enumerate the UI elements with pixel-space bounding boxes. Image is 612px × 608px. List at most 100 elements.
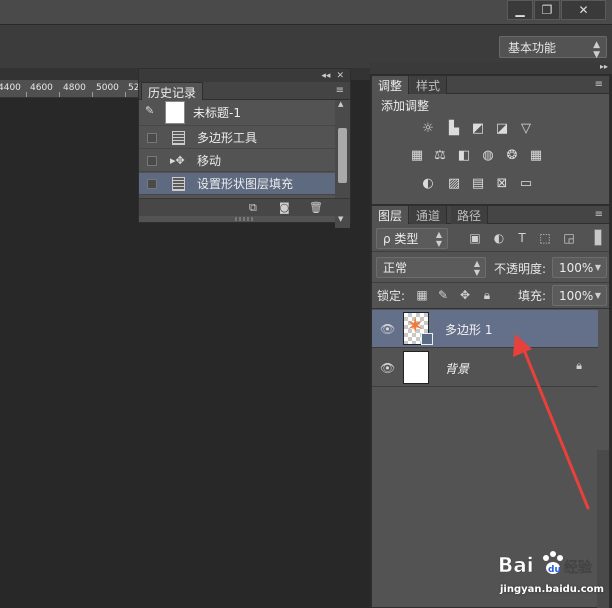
document-icon <box>172 176 185 191</box>
lock-position-icon[interactable]: ✥ <box>458 288 472 302</box>
fill-input[interactable]: 100% ▼ <box>552 285 607 306</box>
lock-label: 锁定: <box>377 289 406 303</box>
lock-all-icon[interactable]: 🔒︎ <box>480 288 494 302</box>
vibrance-icon[interactable]: ▽ <box>518 122 534 136</box>
workspace-label: 基本功能 <box>508 40 557 55</box>
history-footer: ⧉ ◙ 🗑 <box>139 198 350 216</box>
chevron-down-icon[interactable]: ▼ <box>595 291 601 300</box>
collapse-icon[interactable]: ◂◂ <box>321 71 330 81</box>
history-item[interactable]: ▸✥ 移动 <box>139 150 335 172</box>
posterize-icon[interactable]: ▨ <box>446 177 462 191</box>
new-document-from-state-icon[interactable]: ⧉ <box>249 201 257 215</box>
history-item-label: 多边形工具 <box>197 131 258 145</box>
tab-history[interactable]: 历史记录 <box>141 82 204 100</box>
title-bar: ▁ ❐ ✕ <box>0 0 612 24</box>
history-source-checkbox[interactable] <box>147 178 157 189</box>
snapshot-thumbnail <box>165 101 185 124</box>
pixel-filter-icon[interactable]: ▣ <box>468 231 482 245</box>
panel-menu-icon[interactable]: ≡ <box>595 79 603 90</box>
scroll-down-icon[interactable]: ▼ <box>338 215 343 223</box>
channel-mixer-icon[interactable]: ❂ <box>504 149 520 163</box>
layer-thumbnail <box>403 351 429 384</box>
opacity-value: 100% <box>559 260 594 275</box>
tab-channels[interactable]: 通道 <box>410 206 448 224</box>
resize-grip-icon[interactable] <box>235 217 255 221</box>
hue-saturation-icon[interactable]: ▦ <box>409 149 425 163</box>
filter-toggle-switch[interactable] <box>594 229 602 246</box>
scroll-thumb[interactable] <box>338 128 347 183</box>
lock-transparent-pixels-icon[interactable]: ▦ <box>415 288 429 302</box>
workspace-switcher[interactable]: 基本功能 ▲ ▼ <box>499 36 607 60</box>
layer-row-polygon[interactable]: 👁︎ ✶ 多边形 1 <box>372 310 598 348</box>
color-balance-icon[interactable]: ⚖ <box>432 149 448 163</box>
gradient-map-icon[interactable]: ▭ <box>518 177 534 191</box>
camera-snapshot-icon[interactable]: ◙ <box>279 201 290 214</box>
close-button[interactable]: ✕ <box>561 0 606 20</box>
visibility-eye-icon[interactable]: 👁︎ <box>380 322 395 336</box>
smart-object-filter-icon[interactable]: ◲ <box>562 231 576 245</box>
shape-filter-icon[interactable]: ⬚ <box>538 231 552 245</box>
adjustment-filter-icon[interactable]: ◐ <box>492 231 506 245</box>
layers-tab-row: 图层 通道 路径 ≡ <box>372 206 609 224</box>
panel-header: ◂◂ ✕ <box>139 69 350 82</box>
lock-icon: 🔒︎ <box>576 359 582 372</box>
history-source-checkbox[interactable] <box>147 132 157 143</box>
trash-icon[interactable]: 🗑 <box>309 201 323 214</box>
panel-menu-icon[interactable]: ≡ <box>595 209 603 220</box>
lock-image-pixels-icon[interactable]: ✎ <box>436 288 450 302</box>
exposure-icon[interactable]: ◪ <box>494 122 510 136</box>
visibility-eye-icon[interactable]: 👁︎ <box>380 361 395 375</box>
history-source-checkbox[interactable] <box>147 155 157 166</box>
opacity-input[interactable]: 100% ▼ <box>552 257 607 278</box>
scroll-up-icon[interactable]: ▲ <box>338 100 343 108</box>
type-filter-icon[interactable]: T <box>515 231 529 245</box>
dock-header: ▸▸ <box>370 62 612 74</box>
opacity-label: 不透明度: <box>494 262 547 276</box>
restore-button[interactable]: ❐ <box>534 0 560 20</box>
history-panel: ◂◂ ✕ 历史记录 ≡ ✎ 未标题-1 多边形工具 ▸✥ 移动 设置形状图层填充… <box>138 68 351 228</box>
right-panel-dock: ▸▸ 调整 样式 ≡ 添加调整 ☼ ▙ ◩ ◪ ▽ ▦ ⚖ ◧ ◍ ❂ ▦ ◐ … <box>370 62 612 608</box>
blend-mode-select[interactable]: 正常 ▲ ▼ <box>376 257 486 278</box>
tab-adjustments[interactable]: 调整 <box>372 76 410 94</box>
history-item-selected[interactable]: 设置形状图层填充 <box>139 173 335 195</box>
ruler-label: 4400 <box>0 83 21 93</box>
history-snapshot[interactable]: ✎ 未标题-1 <box>139 100 335 126</box>
history-item-label: 移动 <box>197 154 222 168</box>
baidu-watermark-logo: Bai du 经验 jingyan.baidu.com <box>498 548 604 598</box>
move-tool-icon: ▸✥ <box>170 154 185 167</box>
layer-row-background[interactable]: 👁︎ 背景 🔒︎ <box>372 349 598 387</box>
expand-icon[interactable]: ▸▸ <box>600 62 608 71</box>
layer-name: 背景 <box>445 362 470 376</box>
svg-text:Bai: Bai <box>498 553 534 577</box>
layer-thumbnail: ✶ <box>403 312 433 345</box>
updown-arrow-icon: ▲ ▼ <box>593 40 600 60</box>
chevron-down-icon[interactable]: ▼ <box>595 263 601 272</box>
history-scrollbar[interactable]: ▲ ▼ <box>335 100 350 258</box>
tab-paths[interactable]: 路径 <box>451 206 489 224</box>
black-white-icon[interactable]: ◧ <box>456 149 472 163</box>
tab-styles[interactable]: 样式 <box>410 76 448 94</box>
minimize-button[interactable]: ▁ <box>507 0 533 20</box>
horizontal-ruler: 4400 4600 4800 5000 52 <box>0 80 140 98</box>
ruler-label: 4600 <box>30 83 53 93</box>
color-lookup-icon[interactable]: ▦ <box>528 149 544 163</box>
layer-filter-select[interactable]: ρ 类型 ▲ ▼ <box>376 228 448 249</box>
levels-icon[interactable]: ▙ <box>446 122 462 136</box>
svg-text:du: du <box>548 565 561 575</box>
adjustments-tab-row: 调整 样式 ≡ <box>372 76 609 94</box>
panel-menu-icon[interactable]: ≡ <box>336 85 344 96</box>
updown-arrow-icon: ▲ ▼ <box>435 229 442 248</box>
threshold-icon[interactable]: ▤ <box>470 177 486 191</box>
selective-color-icon[interactable]: ⊠ <box>494 177 510 191</box>
brightness-icon[interactable]: ☼ <box>420 122 436 136</box>
tab-layers[interactable]: 图层 <box>372 206 410 224</box>
close-icon[interactable]: ✕ <box>336 71 344 81</box>
photo-filter-icon[interactable]: ◍ <box>480 149 496 163</box>
fill-label: 填充: <box>518 289 547 303</box>
invert-icon[interactable]: ◐ <box>420 177 436 191</box>
layer-name: 多边形 1 <box>445 323 493 337</box>
history-item-label: 设置形状图层填充 <box>197 177 294 191</box>
curves-icon[interactable]: ◩ <box>470 122 486 136</box>
history-item[interactable]: 多边形工具 <box>139 127 335 149</box>
add-adjustment-label: 添加调整 <box>381 99 430 113</box>
